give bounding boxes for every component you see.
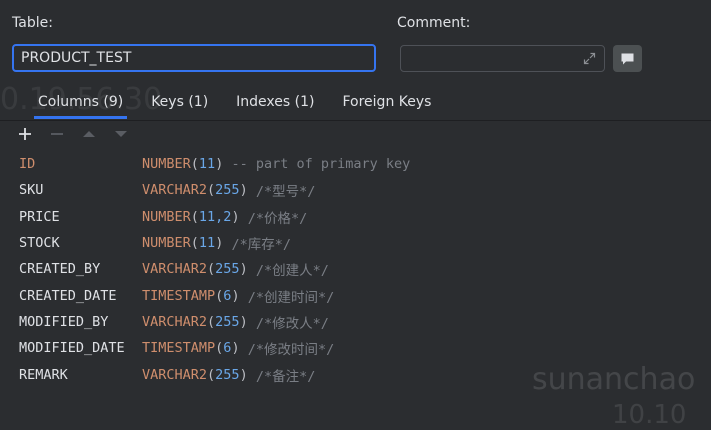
comment-label: Comment: — [397, 15, 471, 31]
column-type: TIMESTAMP — [142, 287, 216, 304]
tab-bar: Columns (9) Keys (1) Indexes (1) Foreign… — [24, 90, 445, 119]
column-type: NUMBER — [142, 208, 191, 225]
table-name-input[interactable] — [12, 44, 376, 72]
paren-close: ) — [215, 156, 232, 173]
comment-field[interactable] — [400, 45, 605, 72]
remove-column-button[interactable] — [46, 124, 68, 144]
minus-icon — [51, 133, 63, 135]
column-size: 255 — [215, 182, 240, 199]
paren-close: ) — [239, 261, 256, 278]
paren-open: ( — [190, 156, 199, 173]
table-label: Table: — [12, 15, 53, 31]
watermark-text: sunanchao — [532, 362, 696, 397]
tab-divider — [0, 120, 711, 121]
paren-close: ) — [231, 287, 248, 304]
paren-close: ) — [239, 182, 256, 199]
column-type: NUMBER — [142, 156, 191, 173]
column-name: REMARK — [19, 366, 68, 383]
column-name: CREATED_DATE — [19, 287, 117, 304]
paren-open: ( — [215, 287, 224, 304]
column-row[interactable]: ID NUMBER(11) -- part of primary key — [19, 151, 410, 177]
column-comment: /*型号*/ — [255, 184, 316, 201]
expand-icon[interactable] — [583, 52, 596, 65]
tab-keys[interactable]: Keys (1) — [137, 90, 222, 119]
move-up-button[interactable] — [78, 124, 100, 144]
column-row[interactable]: CREATED_BY VARCHAR2(255) /*创建人*/ — [19, 256, 410, 282]
columns-toolbar — [14, 124, 132, 144]
column-type: VARCHAR2 — [142, 182, 208, 199]
column-row[interactable]: SKU VARCHAR2(255) /*型号*/ — [19, 177, 410, 203]
paren-open: ( — [207, 366, 216, 383]
column-comment: /*创建时间*/ — [247, 289, 335, 306]
column-size: 11 — [198, 235, 216, 252]
paren-open: ( — [190, 208, 199, 225]
column-row[interactable]: MODIFIED_DATE TIMESTAMP(6) /*修改时间*/ — [19, 335, 410, 361]
column-row[interactable]: STOCK NUMBER(11) /*库存*/ — [19, 230, 410, 256]
columns-list: ID NUMBER(11) -- part of primary key SKU VA… — [19, 151, 410, 388]
column-size: 6 — [223, 287, 232, 304]
column-size: 255 — [215, 313, 240, 330]
paren-close: ) — [239, 313, 256, 330]
paren-open: ( — [207, 261, 216, 278]
column-type: VARCHAR2 — [142, 313, 208, 330]
paren-open: ( — [190, 235, 199, 252]
column-comment: /*修改时间*/ — [247, 342, 335, 359]
triangle-up-icon — [83, 131, 95, 137]
paren-open: ( — [207, 313, 216, 330]
add-column-button[interactable] — [14, 124, 36, 144]
column-size: 6 — [223, 340, 232, 357]
column-size: 11 — [198, 156, 216, 173]
column-row[interactable]: PRICE NUMBER(11,2) /*价格*/ — [19, 204, 410, 230]
column-type: TIMESTAMP — [142, 340, 216, 357]
column-row[interactable]: MODIFIED_BY VARCHAR2(255) /*修改人*/ — [19, 309, 410, 335]
column-size: 255 — [215, 366, 240, 383]
column-comment: -- part of primary key — [231, 156, 411, 173]
paren-open: ( — [207, 182, 216, 199]
column-name: SKU — [19, 182, 44, 199]
column-name: PRICE — [19, 208, 60, 225]
column-type: VARCHAR2 — [142, 366, 208, 383]
column-size: 255 — [215, 261, 240, 278]
column-row[interactable]: CREATED_DATE TIMESTAMP(6) /*创建时间*/ — [19, 282, 410, 308]
column-comment: /*库存*/ — [231, 237, 291, 254]
column-name: STOCK — [19, 235, 60, 252]
column-name: CREATED_BY — [19, 261, 101, 278]
column-type: NUMBER — [142, 235, 191, 252]
column-name: ID — [19, 156, 36, 173]
column-comment: /*价格*/ — [247, 210, 308, 227]
speech-bubble-icon — [621, 53, 634, 64]
paren-close: ) — [231, 208, 248, 225]
column-comment: /*修改人*/ — [255, 315, 329, 332]
column-type: VARCHAR2 — [142, 261, 208, 278]
column-row[interactable]: REMARK VARCHAR2(255) /*备注*/ — [19, 361, 410, 387]
triangle-down-icon — [115, 131, 127, 137]
column-comment: /*备注*/ — [255, 368, 316, 385]
column-comment: /*创建人*/ — [255, 263, 329, 280]
comment-edit-button[interactable] — [613, 45, 642, 72]
paren-close: ) — [215, 235, 232, 252]
plus-icon — [19, 128, 31, 140]
paren-close: ) — [239, 366, 256, 383]
paren-close: ) — [231, 340, 248, 357]
column-size: 11,2 — [198, 208, 232, 225]
move-down-button[interactable] — [110, 124, 132, 144]
paren-open: ( — [215, 340, 224, 357]
watermark-text: 10.10 — [612, 400, 687, 430]
tab-foreign-keys[interactable]: Foreign Keys — [328, 90, 445, 119]
column-name: MODIFIED_BY — [19, 313, 109, 330]
tab-columns[interactable]: Columns (9) — [24, 90, 137, 119]
tab-indexes[interactable]: Indexes (1) — [222, 90, 328, 119]
column-name: MODIFIED_DATE — [19, 340, 125, 357]
